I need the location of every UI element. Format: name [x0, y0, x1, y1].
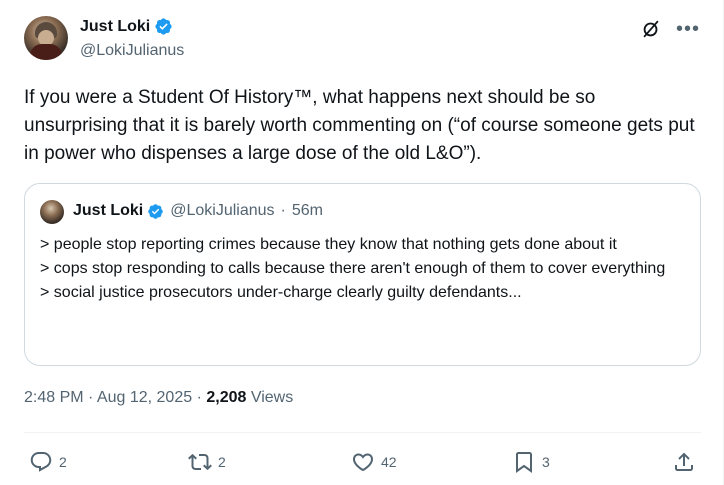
- like-count: 42: [381, 454, 397, 470]
- divider: [24, 432, 701, 433]
- bookmark-icon: [516, 452, 532, 473]
- quoted-tweet[interactable]: Just Loki @LokiJulianus · 56m > people s…: [24, 183, 701, 366]
- repost-count: 2: [218, 454, 226, 470]
- quoted-author-avatar: [40, 200, 64, 224]
- reply-button[interactable]: 2: [29, 450, 67, 474]
- repost-button[interactable]: 2: [188, 450, 226, 474]
- tweet-timestamp[interactable]: 2:48 PM · Aug 12, 2025 ·: [24, 389, 206, 406]
- author-name[interactable]: Just Loki: [80, 18, 150, 36]
- quoted-line: > cops stop responding to calls because …: [40, 260, 666, 277]
- like-icon: [352, 453, 374, 472]
- views-count: 2,208: [206, 389, 247, 406]
- author-avatar[interactable]: [24, 16, 68, 60]
- tweet-meta: 2:48 PM · Aug 12, 2025 · 2,208 Views: [24, 389, 293, 407]
- verified-badge-icon: [155, 18, 172, 35]
- grok-icon[interactable]: [640, 18, 662, 40]
- quoted-text: > people stop reporting crimes because t…: [40, 233, 685, 305]
- tweet-text: If you were a Student Of History™, what …: [24, 87, 695, 164]
- share-icon: [675, 452, 693, 471]
- quoted-header: Just Loki @LokiJulianus · 56m: [73, 202, 323, 220]
- action-bar: 2 2 42 3: [24, 446, 701, 478]
- quoted-line: > people stop reporting crimes because t…: [40, 236, 617, 253]
- quoted-separator: ·: [280, 202, 286, 219]
- top-actions: •••: [640, 18, 700, 40]
- bookmark-button[interactable]: 3: [512, 450, 550, 474]
- like-button[interactable]: 42: [351, 450, 397, 474]
- reply-icon: [30, 452, 52, 472]
- verified-badge-icon: [148, 203, 163, 219]
- quoted-time: 56m: [291, 202, 323, 219]
- reply-count: 2: [59, 454, 67, 470]
- repost-icon: [188, 453, 212, 471]
- author-name-row: Just Loki: [80, 17, 173, 36]
- quoted-author-name: Just Loki: [73, 202, 144, 219]
- bookmark-count: 3: [542, 454, 550, 470]
- share-button[interactable]: [672, 450, 696, 474]
- views-label: Views: [246, 389, 294, 406]
- quoted-author-handle: @LokiJulianus: [170, 202, 275, 219]
- author-handle[interactable]: @LokiJulianus: [80, 42, 184, 60]
- more-icon[interactable]: •••: [676, 19, 700, 39]
- quoted-line: > social justice prosecutors under-charg…: [40, 284, 522, 301]
